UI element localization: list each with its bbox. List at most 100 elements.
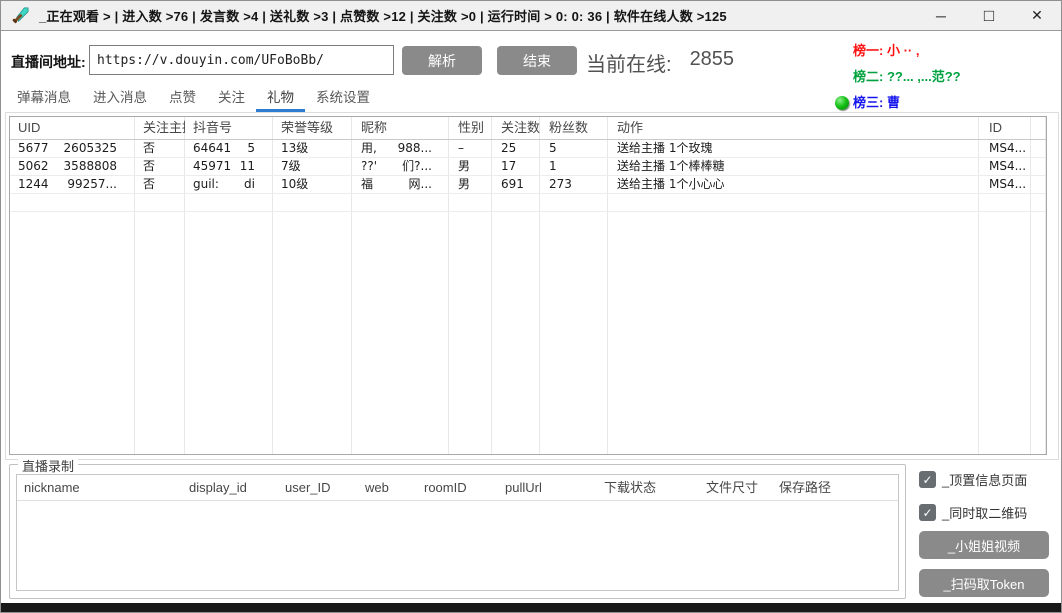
gift-row-empty <box>10 194 1046 212</box>
top-rankings: 榜一: 小 ·· ,榜二: ??... ,...范??榜三: 曹 <box>853 38 1058 116</box>
recording-col-header[interactable]: 文件尺寸 <box>699 475 772 500</box>
checkmark-icon[interactable]: ✓ <box>919 471 936 488</box>
recording-col-header[interactable]: display_id <box>182 475 278 500</box>
gift-col-header[interactable]: 性别 <box>450 117 493 139</box>
gift-cell: 送给主播 1个玫瑰 <box>609 140 981 157</box>
recording-col-header[interactable]: 下载状态 <box>597 475 699 500</box>
gift-cell: 56772605325 <box>10 140 135 157</box>
recording-col-header[interactable]: web <box>358 475 417 500</box>
cell-part: guil: <box>193 176 219 193</box>
window-title: _正在观看 > | 进入数 >76 | 发言数 >4 | 送礼数 >3 | 点赞… <box>39 6 727 25</box>
gift-col-header[interactable]: 抖音号 <box>185 117 273 139</box>
recording-col-header[interactable]: user_ID <box>278 475 358 500</box>
cell-part: 64641 <box>193 140 231 157</box>
gift-cell: ??'们?... <box>353 158 450 175</box>
ranking-label: 榜三: <box>853 95 887 110</box>
recording-col-header[interactable]: nickname <box>17 475 182 500</box>
gift-row[interactable]: 50623588808否45971117级??'们?...男171送给主播 1个… <box>10 158 1046 176</box>
checkmark-icon[interactable]: ✓ <box>919 504 936 521</box>
gift-cell: 13级 <box>273 140 353 157</box>
gift-cell: – <box>450 140 493 157</box>
tab-likes[interactable]: 点赞 <box>158 86 207 112</box>
gift-col-header[interactable]: 粉丝数 <box>541 117 609 139</box>
end-button[interactable]: 结束 <box>497 46 577 75</box>
gift-cell: 10级 <box>273 176 353 193</box>
cell-part: 988... <box>398 140 442 157</box>
ranking-label: 榜二: <box>853 69 887 84</box>
gift-cell: 否 <box>135 176 185 193</box>
gift-cell: 7级 <box>273 158 353 175</box>
gift-cell: 否 <box>135 158 185 175</box>
titlebar[interactable]: _正在观看 > | 进入数 >76 | 发言数 >4 | 送礼数 >3 | 点赞… <box>1 1 1061 31</box>
gift-table-rows: 56772605325否64641513级用,988...–255送给主播 1个… <box>10 140 1046 212</box>
window-bottom-edge <box>1 603 1061 612</box>
gift-cell: 25 <box>493 140 541 157</box>
scan-token-button[interactable]: _扫码取Token <box>919 569 1049 597</box>
cell-part: 用, <box>361 140 377 157</box>
tab-follows[interactable]: 关注 <box>207 86 256 112</box>
cell-part: 5 <box>247 140 265 157</box>
main-content: 直播间地址: 解析 结束 当前在线: 2855 榜一: 小 ·· ,榜二: ??… <box>1 31 1061 605</box>
ranking-name: 小 ·· , <box>887 43 920 58</box>
gift-cell: 送给主播 1个棒棒糖 <box>609 158 981 175</box>
checkbox-also-get-qrcode[interactable]: ✓ _同时取二维码 <box>919 503 1027 522</box>
ranking-name: ??... ,...范?? <box>887 69 961 84</box>
gift-col-header[interactable]: 关注主播 <box>135 117 185 139</box>
gift-row[interactable]: 56772605325否64641513级用,988...–255送给主播 1个… <box>10 140 1046 158</box>
checkbox-label: _顶置信息页面 <box>942 470 1027 489</box>
cell-part: 网... <box>409 176 442 193</box>
cell-part: 5062 <box>18 158 49 175</box>
gift-cell: MS4... <box>981 140 1033 157</box>
gift-col-header[interactable]: ID <box>981 117 1033 139</box>
tab-enter-messages[interactable]: 进入消息 <box>82 86 158 112</box>
green-ball-icon <box>835 96 849 110</box>
ranking-item-1: 榜一: 小 ·· , <box>853 38 1058 64</box>
room-url-input[interactable] <box>89 45 394 75</box>
current-online: 当前在线: 2855 <box>586 48 734 77</box>
gift-col-header[interactable]: 关注数 <box>493 117 541 139</box>
gift-cell: 1 <box>541 158 609 175</box>
app-window: _正在观看 > | 进入数 >76 | 发言数 >4 | 送礼数 >3 | 点赞… <box>0 0 1062 613</box>
close-icon[interactable]: ✕ <box>1013 1 1061 30</box>
girl-video-button[interactable]: _小姐姐视频 <box>919 531 1049 559</box>
gift-cell: 用, 988... <box>353 140 450 157</box>
gift-table-header: UID关注主播抖音号荣誉等级昵称性别关注数粉丝数动作ID <box>10 117 1046 140</box>
recording-col-header[interactable]: 保存路径 <box>772 475 898 500</box>
gift-cell: 男 <box>450 158 493 175</box>
recording-groupbox: 直播录制 nicknamedisplay_iduser_IDwebroomIDp… <box>9 464 906 599</box>
gift-col-header[interactable]: 昵称 <box>353 117 450 139</box>
gift-cell: 5 <box>541 140 609 157</box>
recording-col-header[interactable]: pullUrl <box>498 475 597 500</box>
ranking-name: 曹 <box>887 95 900 110</box>
recording-col-header[interactable]: roomID <box>417 475 498 500</box>
gift-col-header[interactable]: UID <box>10 117 135 139</box>
recording-table[interactable]: nicknamedisplay_iduser_IDwebroomIDpullUr… <box>16 474 899 591</box>
gift-table[interactable]: UID关注主播抖音号荣誉等级昵称性别关注数粉丝数动作ID 56772605325… <box>9 116 1047 455</box>
gift-row[interactable]: 124499257...否guil:di10级福网...男691273送给主播 … <box>10 176 1046 194</box>
tab-danmu-messages[interactable]: 弹幕消息 <box>6 86 82 112</box>
gift-cell: guil:di <box>185 176 273 193</box>
recording-group-label: 直播录制 <box>18 456 78 475</box>
cell-part: 99257... <box>67 176 127 193</box>
cell-part: 3588808 <box>64 158 127 175</box>
gift-col-header[interactable]: 动作 <box>609 117 981 139</box>
parse-button[interactable]: 解析 <box>402 46 482 75</box>
maximize-icon[interactable]: □ <box>965 1 1013 30</box>
cell-part: 福 <box>361 176 373 193</box>
gift-cell: 5062 3588808 <box>10 158 135 175</box>
gift-col-header[interactable]: 荣誉等级 <box>273 117 353 139</box>
window-controls: ─ □ ✕ <box>917 1 1061 30</box>
tab-gifts[interactable]: 礼物 <box>256 86 305 112</box>
cell-part: 2605325 <box>64 140 127 157</box>
gift-cell: 64641 5 <box>185 140 273 157</box>
minimize-icon[interactable]: ─ <box>917 1 965 30</box>
gift-cell: 送给主播 1个小心心 <box>609 176 981 193</box>
cell-part: 1244 <box>18 176 49 193</box>
gift-cell: 福 网... <box>353 176 450 193</box>
checkbox-label: _同时取二维码 <box>942 503 1027 522</box>
checkbox-pin-info-page[interactable]: ✓ _顶置信息页面 <box>919 470 1027 489</box>
ranking-label: 榜一: <box>853 43 887 58</box>
gift-cell: MS4... <box>981 158 1033 175</box>
ranking-item-2: 榜二: ??... ,...范?? <box>853 64 1058 90</box>
tab-system-settings[interactable]: 系统设置 <box>305 86 381 112</box>
